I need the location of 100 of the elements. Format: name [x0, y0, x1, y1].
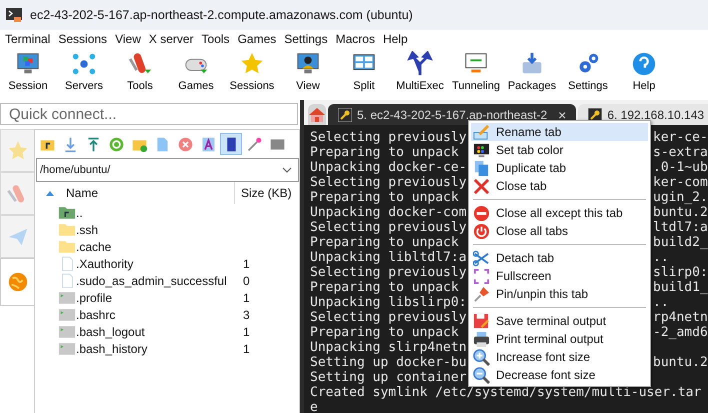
zoom-in-icon: [473, 348, 490, 366]
toolbar-button[interactable]: Servers: [56, 48, 112, 100]
terminal-line: Preparing to unpack: [310, 235, 459, 250]
monitor-icon: [473, 142, 490, 158]
menu-item[interactable]: Rename tab: [471, 123, 648, 141]
terminal-line: buntu.2: [653, 355, 708, 370]
toolbar-button[interactable]: View: [280, 48, 336, 100]
toolbar-button[interactable]: Session: [0, 48, 56, 100]
menu-item[interactable]: Sessions: [57, 32, 114, 46]
menu-item[interactable]: Print terminal output: [471, 330, 648, 348]
file-name[interactable]: .ssh: [76, 222, 241, 236]
house-icon: [308, 106, 326, 124]
terminal-line: ltdl7:a: [653, 220, 708, 235]
menu-item[interactable]: Help: [382, 32, 415, 46]
terminal-line: e: [310, 400, 318, 413]
expand-icon: [473, 268, 490, 284]
terminal-line: Created symlink /etc/systemd/system/multi-user.tar: [310, 385, 702, 400]
terminal-line: Selecting previously: [310, 175, 467, 190]
file-size: 1: [242, 342, 250, 356]
key-icon: [338, 108, 352, 122]
menu-item[interactable]: Games: [236, 32, 284, 46]
menu-item[interactable]: Tools: [200, 32, 237, 46]
path-dropdown[interactable]: /home/ubuntu/: [36, 158, 299, 182]
menu-item[interactable]: Terminal: [4, 32, 58, 46]
toolbar-button[interactable]: Sessions: [224, 48, 280, 100]
close-icon: [473, 178, 490, 194]
toolbar-button[interactable]: MultiExec: [392, 48, 448, 100]
text-icon: [200, 136, 216, 152]
sort-ascending-icon: [46, 190, 54, 196]
toolbar-button[interactable]: Tools: [112, 48, 168, 100]
session-tab[interactable]: 5. ec2-43-202-5-167.ap-northeast-2 ×: [328, 104, 576, 125]
terminal-line: Unpacking libltdl7:a: [310, 250, 467, 265]
file-name[interactable]: ..: [76, 206, 241, 220]
side-tab[interactable]: [0, 172, 34, 215]
file-name[interactable]: .bash_logout: [76, 324, 241, 338]
pencil-icon: [473, 124, 490, 140]
quick-connect-field[interactable]: Quick connect...: [0, 103, 298, 125]
network-icon: [71, 51, 97, 77]
toolbar-button[interactable]: Games: [168, 48, 224, 100]
app-icon: [6, 7, 22, 23]
file-tool-button[interactable]: [220, 133, 242, 155]
menu-item[interactable]: Fullscreen: [471, 267, 648, 285]
folder-icon: [58, 239, 76, 254]
folder-icon: [58, 222, 76, 237]
terminal-line: Setting up container: [310, 370, 467, 385]
terminal-line: s-extra: [653, 145, 708, 160]
wand-icon: [246, 136, 262, 152]
terminal-line: -2_amd6: [653, 325, 708, 340]
delete-icon: [176, 136, 194, 152]
menu-item[interactable]: Pin/unpin this tab: [471, 285, 648, 303]
menu-item[interactable]: Macros: [334, 32, 382, 46]
menu-item[interactable]: Save terminal output: [471, 312, 648, 330]
file-size: 1: [242, 290, 250, 304]
scissors-icon: [473, 250, 490, 266]
menu-item[interactable]: Close tab: [471, 177, 648, 195]
side-tab[interactable]: [0, 258, 34, 306]
menu-item[interactable]: Set tab color: [471, 141, 648, 159]
file-name[interactable]: .bashrc: [76, 308, 241, 322]
terminal-line: ..: [653, 295, 669, 310]
file-name[interactable]: .profile: [76, 290, 241, 304]
window-title: ec2-43-202-5-167.ap-northeast-2.compute.amazonaws.com (ubuntu): [30, 8, 413, 22]
refresh-icon: [108, 136, 124, 152]
column-header[interactable]: Name: [66, 186, 234, 200]
power-icon: [473, 222, 490, 240]
terminal-line: Selecting previously: [310, 310, 467, 325]
file-name[interactable]: .bash_history: [76, 342, 241, 356]
toolbar-button[interactable]: Settings: [560, 48, 616, 100]
toolbar-button[interactable]: Tunneling: [448, 48, 504, 100]
menu-item[interactable]: X server: [148, 32, 201, 46]
fork-icon: [407, 51, 433, 77]
terminal-line: Selecting previously: [310, 220, 467, 235]
menu-item[interactable]: Increase font size: [471, 348, 648, 366]
menu-item[interactable]: View: [114, 32, 148, 46]
star-icon: [6, 140, 28, 162]
menu-item[interactable]: Settings: [283, 32, 335, 46]
file-name[interactable]: .cache: [76, 240, 241, 254]
globe-icon: [6, 271, 28, 293]
terminal-file-icon: [58, 307, 76, 322]
file-name[interactable]: .sudo_as_admin_successful: [76, 274, 241, 288]
menu-item[interactable]: Close all tabs: [471, 222, 648, 240]
terminal-line: Unpacking docker-com: [310, 205, 467, 220]
pin-icon: [473, 286, 490, 302]
toolbar-button[interactable]: Packages: [504, 48, 560, 100]
file-size: 3: [242, 308, 250, 322]
menu-item[interactable]: Detach tab: [471, 249, 648, 267]
terminal-line: build1_: [653, 280, 708, 295]
menu-item[interactable]: Duplicate tab: [471, 159, 648, 177]
column-header[interactable]: Size (KB): [234, 182, 292, 204]
copy-icon: [473, 160, 490, 176]
terminal-line: ker-com: [653, 175, 708, 190]
terminal-line: ..: [653, 250, 669, 265]
close-tab-button[interactable]: ×: [558, 106, 566, 122]
file-name[interactable]: .Xauthority: [76, 256, 241, 270]
toolbar-button[interactable]: Help: [616, 48, 672, 100]
menu-item[interactable]: Close all except this tab: [471, 204, 648, 222]
home-tab[interactable]: [308, 104, 326, 125]
zoom-out-icon: [473, 366, 490, 384]
menu-item[interactable]: Decrease font size: [471, 366, 648, 384]
toolbar-button[interactable]: Split: [336, 48, 392, 100]
file-size: 1: [242, 324, 250, 338]
